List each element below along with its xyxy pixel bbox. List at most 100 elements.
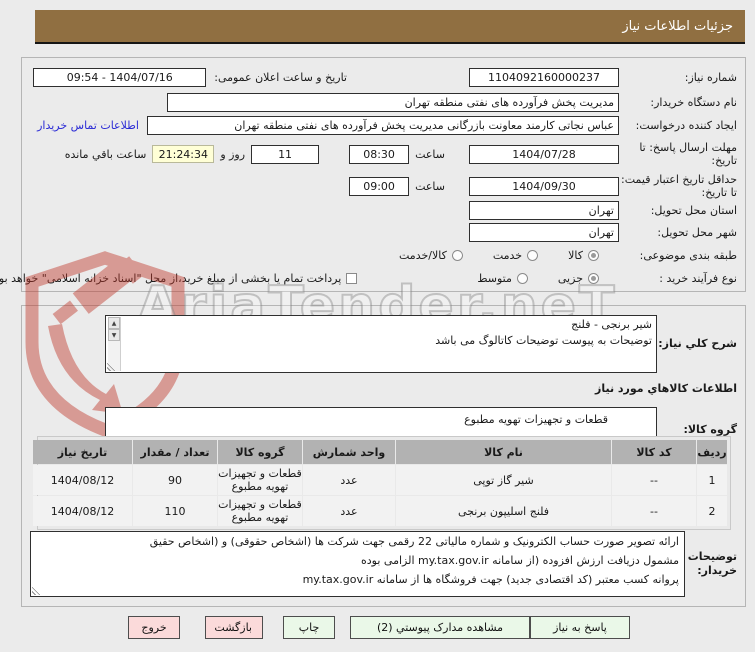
buyer-notes-textarea[interactable]: ارائه تصویر صورت حساب الکترونیک و شماره … xyxy=(30,531,685,597)
hours-remaining-label: ساعت باقي مانده xyxy=(64,147,147,161)
description-line-2: توضیحات به پیوست توضیحات کاتالوگ می باشد xyxy=(435,334,652,347)
countdown-badge: 21:24:34 xyxy=(152,145,215,163)
description-textarea[interactable]: ▲ ▼ شیر برنجی - فلنج توضیحات به پیوست تو… xyxy=(105,315,657,373)
radio-minor[interactable]: جزیی xyxy=(558,272,599,285)
radio-goods-icon[interactable] xyxy=(588,249,599,261)
description-line-1: شیر برنجی - فلنج xyxy=(571,318,652,331)
radio-minor-icon[interactable] xyxy=(588,272,599,284)
col-row-number: ردیف xyxy=(697,440,727,464)
cell-quantity: 110 xyxy=(133,496,217,526)
requester-label: ایجاد کننده درخواست: xyxy=(635,118,737,132)
city-field[interactable]: تهران xyxy=(469,222,619,242)
cell-item-name: شیر گاز توپی xyxy=(396,465,611,495)
items-table-wrap: ردیف کد کالا نام کالا واحد شمارش گروه کا… xyxy=(33,436,731,530)
validity-date-field[interactable]: 1404/09/30 xyxy=(469,176,619,196)
requester-row: ایجاد کننده درخواست: عباس نجاتی کارمند م… xyxy=(30,115,737,135)
view-attachments-button[interactable]: مشاهده مدارک پیوستي (2) xyxy=(350,616,530,639)
radio-minor-label: جزیی xyxy=(557,271,583,285)
days-remaining-field[interactable]: 11 xyxy=(251,144,320,164)
buyer-org-label: نام دستگاه خریدار: xyxy=(650,95,737,109)
validity-row: حداقل تاریخ اعتبار قیمت: تا تاریخ: 1404/… xyxy=(30,172,737,200)
col-quantity: تعداد / مقدار xyxy=(133,440,217,464)
radio-service[interactable]: خدمت xyxy=(492,248,539,262)
items-table-header-row: ردیف کد کالا نام کالا واحد شمارش گروه کا… xyxy=(33,440,727,464)
buyer-notes-row: توضیحات خریدار: ارائه تصویر صورت حساب ال… xyxy=(30,530,737,598)
cell-need-date: 1404/08/12 xyxy=(33,465,132,495)
cell-quantity: 90 xyxy=(133,465,217,495)
need-number-field[interactable]: 1104092160000237 xyxy=(469,67,619,87)
treasury-payment-checkbox[interactable]: پرداخت تمام یا بخشی از مبلغ خرید،از محل … xyxy=(0,271,358,285)
cell-need-date: 1404/08/12 xyxy=(33,496,132,526)
cell-item-name: فلنج اسلیپون برنجی xyxy=(396,496,611,526)
items-table: ردیف کد کالا نام کالا واحد شمارش گروه کا… xyxy=(32,439,728,527)
deadline-row: مهلت ارسال پاسخ: تا تاریخ: 1404/07/28 سا… xyxy=(30,140,737,168)
description-label: شرح کلي نیاز: xyxy=(658,337,737,350)
radio-medium-icon[interactable] xyxy=(516,272,528,284)
col-item-code: کد کالا xyxy=(612,440,696,464)
col-need-date: تاریخ نیاز xyxy=(33,440,132,464)
col-group: گروه کالا xyxy=(218,440,302,464)
buyer-org-field[interactable]: مدیریت پخش فرآورده های نفتی منطقه تهران xyxy=(167,92,619,112)
radio-goods[interactable]: کالا xyxy=(568,249,599,262)
buyer-contact-link[interactable]: اطلاعات تماس خریدار xyxy=(37,119,139,132)
notes-line-2: مشمول دزیافت ارزش افزوده (از سامانه my.t… xyxy=(361,554,679,567)
cell-group: قطعات و تجهیزات تهویه مطبوع xyxy=(218,465,302,495)
province-label: استان محل تحویل: xyxy=(650,203,737,217)
radio-goods-service[interactable]: کالا/خدمت xyxy=(399,249,463,262)
cell-row-number: 2 xyxy=(697,496,727,526)
print-button[interactable]: چاپ xyxy=(283,616,335,639)
validity-hour-label: ساعت xyxy=(415,179,445,193)
radio-goods-label: کالا xyxy=(568,248,583,262)
city-row: شهر محل تحویل: تهران xyxy=(30,222,737,242)
page-title-bar: جزئیات اطلاعات نیاز xyxy=(35,10,745,44)
buyer-org-row: نام دستگاه خریدار: مدیریت پخش فرآورده ها… xyxy=(30,92,737,112)
validity-time-field[interactable]: 09:00 xyxy=(349,176,410,196)
textarea-scrollbar[interactable]: ▲ ▼ xyxy=(107,317,121,371)
deadline-date-field[interactable]: 1404/07/28 xyxy=(469,144,619,164)
days-label: روز و xyxy=(220,147,246,161)
city-label: شهر محل تحویل: xyxy=(657,225,737,239)
radio-medium-label: متوسط xyxy=(477,271,512,285)
tender-detail-page: { "title": "جزئیات اطلاعات نیاز", "water… xyxy=(0,0,755,652)
radio-medium[interactable]: متوسط xyxy=(477,272,528,285)
requester-field[interactable]: عباس نجاتی کارمند معاونت بازرگانی مدیریت… xyxy=(147,115,619,135)
group-value: قطعات و تجهیزات تهویه مطبوع xyxy=(464,413,608,426)
buyer-notes-label: توضیحات خریدار: xyxy=(687,550,737,577)
table-row: 2 -- فلنج اسلیپون برنجی عدد قطعات و تجهی… xyxy=(33,496,727,526)
classification-label: طبقه بندی موضوعی: xyxy=(639,248,737,262)
cell-unit: عدد xyxy=(303,496,395,526)
radio-service-icon[interactable] xyxy=(527,249,539,261)
cell-group: قطعات و تجهیزات تهویه مطبوع xyxy=(218,496,302,526)
need-number-row: شماره نیاز: 1104092160000237 تاریخ و ساع… xyxy=(30,67,737,87)
group-label: گروه کالا: xyxy=(683,423,737,436)
request-info-groupbox: شماره نیاز: 1104092160000237 تاریخ و ساع… xyxy=(0,57,746,292)
province-field[interactable]: تهران xyxy=(469,200,619,220)
announce-datetime-field[interactable]: 1404/07/16 - 09:54 xyxy=(33,67,207,87)
province-row: استان محل تحویل: تهران xyxy=(30,200,737,220)
radio-goods-service-icon[interactable] xyxy=(451,249,463,261)
deadline-hour-label: ساعت xyxy=(415,147,445,161)
action-buttons-row: پاسخ به نیاز مشاهده مدارک پیوستي (2) چاپ… xyxy=(113,616,630,639)
need-number-label: شماره نیاز: xyxy=(684,70,737,84)
col-unit: واحد شمارش xyxy=(303,440,395,464)
classification-row: طبقه بندی موضوعی: کالا خدمت کالا/خدمت xyxy=(30,245,737,265)
radio-goods-service-label: کالا/خدمت xyxy=(399,248,447,262)
scroll-down-icon[interactable]: ▼ xyxy=(108,329,120,341)
respond-to-need-button[interactable]: پاسخ به نیاز xyxy=(530,616,630,639)
back-button[interactable]: بازگشت xyxy=(205,616,263,639)
goods-info-groupbox: شرح کلي نیاز: ▲ ▼ شیر برنجی - فلنج توضیح… xyxy=(21,305,746,607)
validity-label: حداقل تاریخ اعتبار قیمت: تا تاریخ: xyxy=(621,173,737,199)
notes-line-3: پروانه کسب معتبر (کد اقتصادی جدید) جهت ف… xyxy=(302,573,679,586)
deadline-time-field[interactable]: 08:30 xyxy=(349,144,410,164)
description-row: شرح کلي نیاز: ▲ ▼ شیر برنجی - فلنج توضیح… xyxy=(30,314,737,374)
treasury-payment-label: پرداخت تمام یا بخشی از مبلغ خرید،از محل … xyxy=(0,271,342,285)
cell-item-code: -- xyxy=(612,496,696,526)
exit-button[interactable]: خروج xyxy=(128,616,180,639)
process-type-label: نوع فرآیند خرید : xyxy=(659,271,737,285)
cell-unit: عدد xyxy=(303,465,395,495)
radio-service-label: خدمت xyxy=(492,248,523,262)
cell-item-code: -- xyxy=(612,465,696,495)
table-row: 1 -- شیر گاز توپی عدد قطعات و تجهیزات ته… xyxy=(33,465,727,495)
col-item-name: نام کالا xyxy=(396,440,611,464)
checkbox-icon[interactable] xyxy=(346,272,358,284)
